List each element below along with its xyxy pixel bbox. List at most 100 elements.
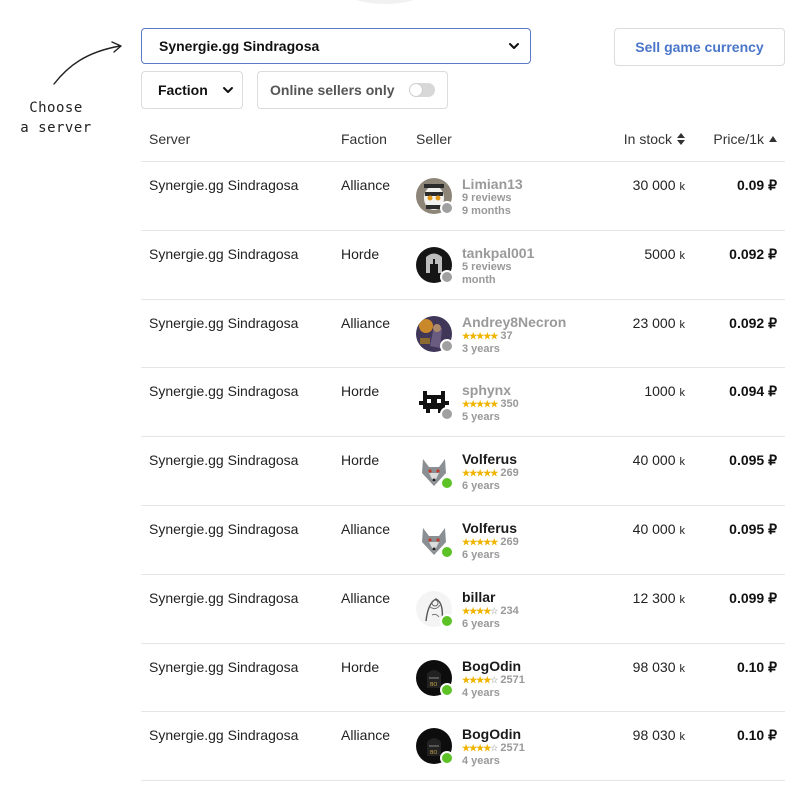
table-row[interactable]: Synergie.gg Sindragosa Alliance Limian13 9 … (141, 162, 785, 231)
table-row[interactable]: Synergie.gg Sindragosa Horde BO BogOdin ★★★★… (141, 644, 785, 713)
header-in-stock[interactable]: In stock (624, 131, 685, 147)
cell-server: Synergie.gg Sindragosa (149, 520, 299, 537)
table-row[interactable]: Synergie.gg Sindragosa Horde tankpal001 5 r… (141, 231, 785, 300)
sort-both-icon (677, 133, 685, 145)
faction-select[interactable]: Faction (141, 71, 243, 109)
seller-info: BogOdin ★★★★☆ 2571 4 years (462, 726, 525, 768)
stock-unit: k (679, 181, 686, 193)
table-row[interactable]: Synergie.gg Sindragosa Horde Volferus ★★★★★… (141, 437, 785, 506)
seller-name[interactable]: Volferus (462, 451, 519, 467)
dark-helmet-avatar-icon[interactable]: BO (416, 728, 454, 766)
rating-count: 37 (500, 329, 513, 342)
online-sellers-filter[interactable]: Online sellers only (257, 71, 448, 109)
server-select[interactable]: Synergie.gg Sindragosa (141, 28, 531, 64)
lemur-avatar-icon[interactable] (416, 178, 454, 215)
stock-unit: k (679, 662, 686, 675)
cell-faction: Horde (341, 658, 380, 675)
dark-helmet-avatar-icon[interactable]: BO (416, 659, 454, 697)
online-status-icon (440, 751, 454, 766)
hint-line-2: a server (20, 120, 92, 136)
cell-server: Synergie.gg Sindragosa (149, 314, 299, 331)
seller-age: 6 years (462, 617, 500, 630)
seller-rating: ★★★★☆ 2571 (462, 674, 525, 687)
rating-count: 2571 (500, 673, 525, 686)
stock-amount: 40 000 (632, 452, 676, 469)
cell-in-stock: 40 000 k (633, 521, 685, 537)
seller-age: 5 years (462, 411, 500, 424)
cell-in-stock: 30 000 k (633, 177, 685, 193)
wolf-avatar-icon[interactable] (416, 521, 454, 559)
rating-stars-icon: ★★★★★ (462, 399, 498, 410)
cell-price: 0.09 ₽ (736, 177, 777, 193)
seller-reviews: 9 reviews (462, 192, 512, 204)
table-row[interactable]: Synergie.gg Sindragosa Alliance billar ★★★★… (141, 575, 785, 644)
header-price[interactable]: Price/1k (713, 131, 777, 147)
rating-count: 269 (500, 467, 519, 480)
stock-unit: k (679, 524, 686, 537)
cell-faction: Alliance (341, 520, 391, 537)
cell-server: Synergie.gg Sindragosa (149, 452, 299, 469)
cell-in-stock: 1000 k (644, 383, 685, 399)
cell-in-stock: 5000 k (644, 246, 685, 262)
cell-faction: Horde (341, 452, 380, 469)
online-sellers-toggle[interactable] (409, 83, 435, 97)
rating-stars-icon: ★★★★★ (462, 468, 498, 479)
top-decoration (340, 0, 430, 4)
choose-server-hint: Choose a server (16, 98, 96, 138)
stock-unit: k (679, 249, 686, 262)
table-row[interactable]: Synergie.gg Sindragosa Alliance Volferus ★★… (141, 506, 785, 575)
sketch-avatar-icon[interactable] (416, 590, 454, 628)
cell-price: 0.099 ₽ (729, 589, 777, 606)
header-seller: Seller (416, 131, 452, 147)
seller-name[interactable]: BogOdin (462, 658, 525, 674)
offline-status-icon (440, 338, 454, 353)
table-row[interactable]: Synergie.gg Sindragosa Alliance BO BogOdin ★… (141, 712, 785, 782)
table-row[interactable]: Synergie.gg Sindragosa Alliance Andrey8Nec… (141, 300, 785, 369)
cell-server: Synergie.gg Sindragosa (149, 245, 299, 262)
seller-name[interactable]: tankpal001 (462, 245, 534, 261)
pixel-cat-avatar-icon[interactable] (416, 384, 454, 422)
seller-rating: ★★★★☆ 234 (462, 605, 519, 618)
warrior-avatar-icon[interactable] (416, 315, 454, 353)
helmet-avatar-icon[interactable] (416, 246, 454, 284)
cell-price: 0.095 ₽ (729, 520, 777, 537)
rating-count: 2571 (500, 742, 525, 755)
cell-server: Synergie.gg Sindragosa (149, 177, 299, 193)
seller-age: 4 years (462, 686, 500, 699)
cell-price: 0.092 ₽ (729, 314, 777, 331)
stock-amount: 98 030 (632, 658, 676, 675)
seller-rating: ★★★★★ 37 (462, 330, 566, 343)
sell-button-label: Sell game currency (635, 39, 764, 55)
seller-name[interactable]: billar (462, 589, 519, 605)
header-price-label: Price/1k (713, 131, 764, 147)
rating-stars-icon: ★★★★☆ (462, 743, 498, 754)
seller-name[interactable]: Volferus (462, 520, 519, 536)
cell-price: 0.095 ₽ (729, 452, 777, 469)
seller-rating: ★★★★☆ 2571 (462, 742, 525, 755)
wolf-avatar-icon[interactable] (416, 453, 454, 491)
cell-server: Synergie.gg Sindragosa (149, 589, 299, 606)
seller-name[interactable]: BogOdin (462, 726, 525, 742)
cell-server: Synergie.gg Sindragosa (149, 383, 299, 400)
stock-amount: 1000 (644, 383, 676, 400)
seller-age: 4 years (462, 755, 500, 768)
seller-age: 3 years (462, 342, 500, 355)
rating-stars-icon: ★★★★☆ (462, 674, 498, 685)
cell-faction: Alliance (341, 589, 391, 606)
seller-age: 6 years (462, 480, 500, 493)
seller-name[interactable]: Andrey8Necron (462, 314, 566, 330)
cell-faction: Horde (341, 383, 380, 400)
header-server: Server (149, 131, 191, 147)
seller-name[interactable]: Limian13 (462, 176, 523, 192)
cell-in-stock: 40 000 k (633, 452, 685, 468)
cell-server: Synergie.gg Sindragosa (149, 727, 299, 744)
table-row[interactable]: Synergie.gg Sindragosa Horde sphynx ★★★★★ 35… (141, 368, 785, 438)
stock-unit: k (679, 318, 686, 331)
offline-status-icon (440, 201, 454, 215)
stock-unit: k (679, 456, 686, 469)
online-status-icon (440, 544, 454, 559)
seller-name[interactable]: sphynx (462, 382, 519, 398)
toggle-knob (410, 84, 422, 96)
rating-count: 234 (500, 604, 519, 617)
sell-game-currency-button[interactable]: Sell game currency (614, 28, 785, 66)
